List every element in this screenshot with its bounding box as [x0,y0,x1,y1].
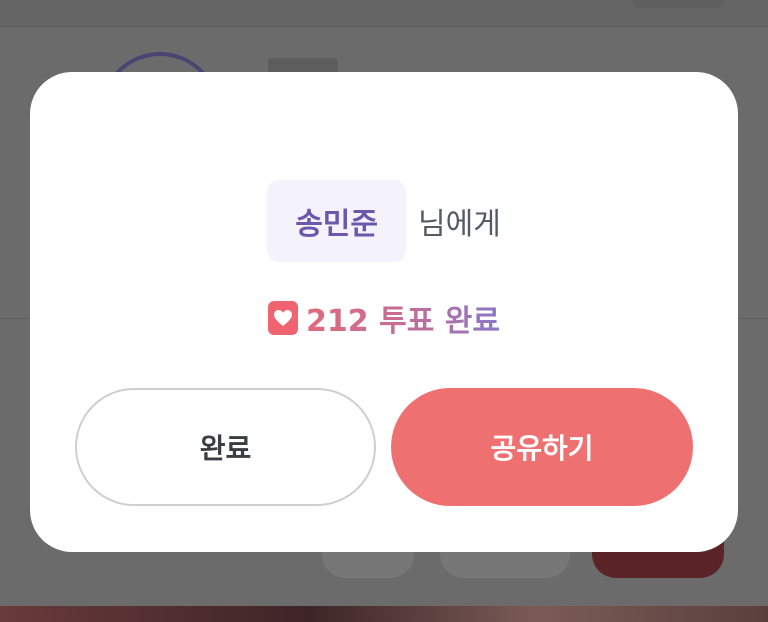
share-button-label: 공유하기 [490,432,594,465]
vote-count: 212 [306,304,369,339]
vote-suffix: 투표 완료 [379,304,500,339]
page: 송민준 님에게 212 투표 완료 완료 공유하기 [0,0,768,622]
vote-complete-dialog: 송민준 님에게 212 투표 완료 완료 공유하기 [30,72,738,552]
background-image-strip [0,606,768,622]
recipient-name: 송민준 [267,180,406,262]
done-button-label: 완료 [199,432,252,465]
heart-icon [268,301,299,335]
recipient-row: 송민준 님에게 [30,180,738,262]
background-top-bar [0,0,768,27]
vote-status-row: 212 투표 완료 [30,296,738,340]
heart-icon-glyph [274,310,293,326]
vote-status-text: 212 투표 완료 [306,296,500,340]
done-button[interactable]: 완료 [75,388,376,506]
recipient-suffix: 님에게 [418,207,501,242]
background-pill [632,0,724,8]
share-button[interactable]: 공유하기 [391,388,693,506]
